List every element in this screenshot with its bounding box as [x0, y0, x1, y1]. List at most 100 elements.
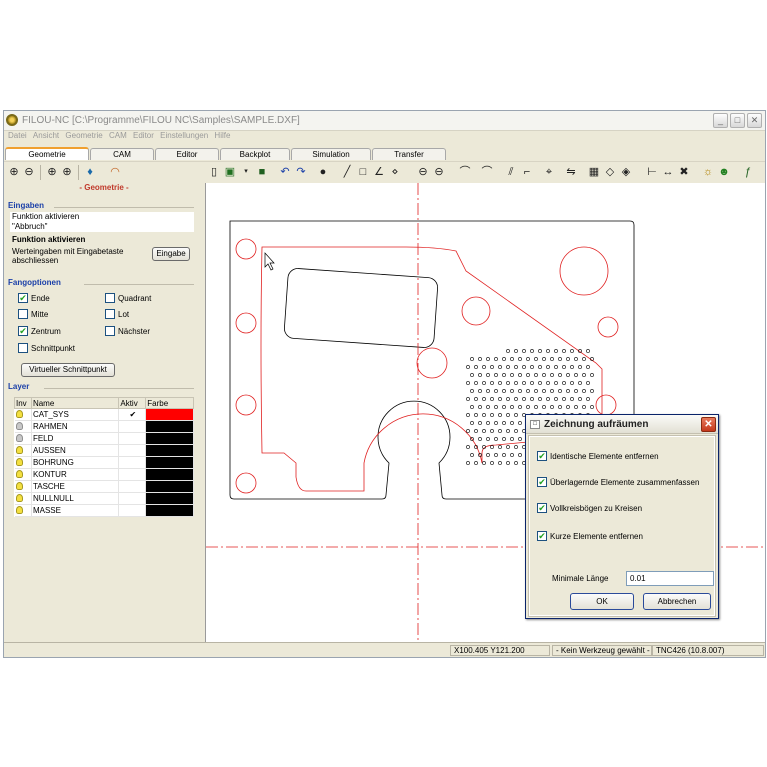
redo-icon[interactable]: ↷	[294, 165, 308, 179]
layer-row[interactable]: RAHMEN	[14, 420, 194, 433]
min-length-input[interactable]: 0.01	[626, 571, 714, 586]
option-overlap-checkbox[interactable]: ✔ Überlagernde Elemente zusammenfassen	[537, 476, 699, 489]
layer-color-swatch[interactable]	[145, 420, 194, 433]
fillet-icon[interactable]: ⌐	[520, 165, 534, 179]
zoom-fit-icon[interactable]: ⊕	[60, 165, 74, 179]
layer-visibility-toggle[interactable]	[14, 504, 32, 517]
layer-visibility-toggle[interactable]	[14, 480, 32, 493]
layer-row[interactable]: KONTUR	[14, 468, 194, 481]
line-icon[interactable]: ╱	[340, 165, 354, 179]
tab-simulation[interactable]: Simulation	[291, 148, 371, 160]
layer-visibility-toggle[interactable]	[14, 420, 32, 433]
polyline-icon[interactable]: ⋄	[388, 165, 402, 179]
menu-hilfe[interactable]: Hilfe	[214, 131, 230, 140]
mirror-icon[interactable]: ⇋	[564, 165, 578, 179]
layer-active-cell[interactable]	[118, 480, 147, 493]
layer-row[interactable]: FELD	[14, 432, 194, 445]
snap-schnittpunkt-checkbox[interactable]: Schnittpunkt	[18, 342, 75, 355]
layer-active-cell[interactable]	[118, 456, 147, 469]
clean-drawing-icon[interactable]: ☼	[701, 165, 715, 179]
zoom-out-icon[interactable]: ⊖	[22, 165, 36, 179]
layer-color-swatch[interactable]	[145, 504, 194, 517]
ok-button[interactable]: OK	[570, 593, 634, 610]
layer-row[interactable]: CAT_SYS ✔	[14, 408, 194, 421]
cancel-button[interactable]: Abbrechen	[643, 593, 711, 610]
parallel-icon[interactable]: ⫽	[504, 165, 518, 179]
new-file-icon[interactable]: ▯	[207, 165, 221, 179]
menu-datei[interactable]: Datei	[8, 131, 27, 140]
layer-color-swatch[interactable]	[145, 408, 194, 421]
option-identical-checkbox[interactable]: ✔ Identische Elemente entfernen	[537, 450, 659, 463]
layer-active-cell[interactable]	[118, 444, 147, 457]
maximize-button[interactable]: □	[730, 113, 745, 128]
dialog-close-button[interactable]: ✕	[701, 417, 716, 432]
layer-visibility-toggle[interactable]	[14, 468, 32, 481]
arc-icon[interactable]: ⌒	[458, 165, 472, 179]
snap-zentrum-checkbox[interactable]: ✔ Zentrum	[18, 325, 61, 338]
settings-icon[interactable]: ☻	[717, 165, 731, 179]
virtual-intersection-button[interactable]: Virtueller Schnittpunkt	[21, 363, 115, 377]
arc-tangent-icon[interactable]: ⌒	[480, 165, 494, 179]
menu-geometrie[interactable]: Geometrie	[65, 131, 102, 140]
dimension-icon[interactable]: ⊢	[645, 165, 659, 179]
layer-visibility-toggle[interactable]	[14, 456, 32, 469]
circle-icon[interactable]: ⊖	[416, 165, 430, 179]
layer-visibility-toggle[interactable]	[14, 432, 32, 445]
function-icon[interactable]: ƒ	[741, 165, 755, 179]
column-header-name[interactable]: Name	[30, 397, 120, 409]
option-arcs-checkbox[interactable]: ✔ Vollkreisbögen zu Kreisen	[537, 502, 642, 515]
angle-line-icon[interactable]: ∠	[372, 165, 386, 179]
snap-lot-checkbox[interactable]: Lot	[105, 308, 129, 321]
distance-icon[interactable]: ↔	[661, 165, 675, 179]
save-icon[interactable]: ■	[255, 165, 269, 179]
delete-icon[interactable]: ✖	[677, 165, 691, 179]
dropdown-arrow-icon[interactable]: ▾	[239, 165, 253, 179]
zoom-window-icon[interactable]: ⊕	[45, 165, 59, 179]
layer-color-swatch[interactable]	[145, 468, 194, 481]
tab-geometrie[interactable]: Geometrie	[5, 147, 89, 160]
snap-ende-checkbox[interactable]: ✔ Ende	[18, 292, 50, 305]
layer-color-swatch[interactable]	[145, 480, 194, 493]
column-header-inv[interactable]: Inv	[14, 397, 32, 409]
layer-visibility-toggle[interactable]	[14, 492, 32, 505]
layer-color-swatch[interactable]	[145, 456, 194, 469]
snap-mitte-checkbox[interactable]: Mitte	[18, 308, 48, 321]
measure-icon[interactable]: ◇	[603, 165, 617, 179]
layer-color-swatch[interactable]	[145, 492, 194, 505]
tab-backplot[interactable]: Backplot	[220, 148, 290, 160]
layer-active-cell[interactable]	[118, 468, 147, 481]
layer-visibility-toggle[interactable]	[14, 444, 32, 457]
grid-icon[interactable]: ▦	[587, 165, 601, 179]
color-ball-icon[interactable]: ●	[316, 165, 330, 179]
snap-quadrant-checkbox[interactable]: Quadrant	[105, 292, 151, 305]
layer-active-cell[interactable]	[118, 504, 147, 517]
undo-icon[interactable]: ↶	[278, 165, 292, 179]
layer-row[interactable]: NULLNULL	[14, 492, 194, 505]
rainbow-icon[interactable]: ◠	[108, 165, 122, 179]
option-short-checkbox[interactable]: ✔ Kurze Elemente entfernen	[537, 530, 643, 543]
open-file-icon[interactable]: ▣	[223, 165, 237, 179]
menu-ansicht[interactable]: Ansicht	[33, 131, 59, 140]
layer-active-cell[interactable]	[118, 432, 147, 445]
layer-visibility-toggle[interactable]	[14, 408, 32, 421]
close-button[interactable]: ✕	[747, 113, 762, 128]
layer-active-cell[interactable]: ✔	[118, 408, 147, 421]
eingabe-button[interactable]: Eingabe	[152, 247, 190, 261]
circle-center-icon[interactable]: ⊖	[432, 165, 446, 179]
zoom-in-icon[interactable]: ⊕	[7, 165, 21, 179]
filter-icon[interactable]: ♦	[83, 165, 97, 179]
tab-cam[interactable]: CAM	[90, 148, 154, 160]
minimize-button[interactable]: _	[713, 113, 728, 128]
column-header-farbe[interactable]: Farbe	[145, 397, 194, 409]
trim-icon[interactable]: ⌖	[542, 165, 556, 179]
column-header-aktiv[interactable]: Aktiv	[118, 397, 147, 409]
rectangle-icon[interactable]: □	[356, 165, 370, 179]
snap-naechster-checkbox[interactable]: Nächster	[105, 325, 150, 338]
layer-row[interactable]: BOHRUNG	[14, 456, 194, 469]
symmetry-icon[interactable]: ◈	[619, 165, 633, 179]
menu-editor[interactable]: Editor	[133, 131, 154, 140]
layer-color-swatch[interactable]	[145, 444, 194, 457]
tab-editor[interactable]: Editor	[155, 148, 219, 160]
tab-transfer[interactable]: Transfer	[372, 148, 446, 160]
layer-active-cell[interactable]	[118, 420, 147, 433]
